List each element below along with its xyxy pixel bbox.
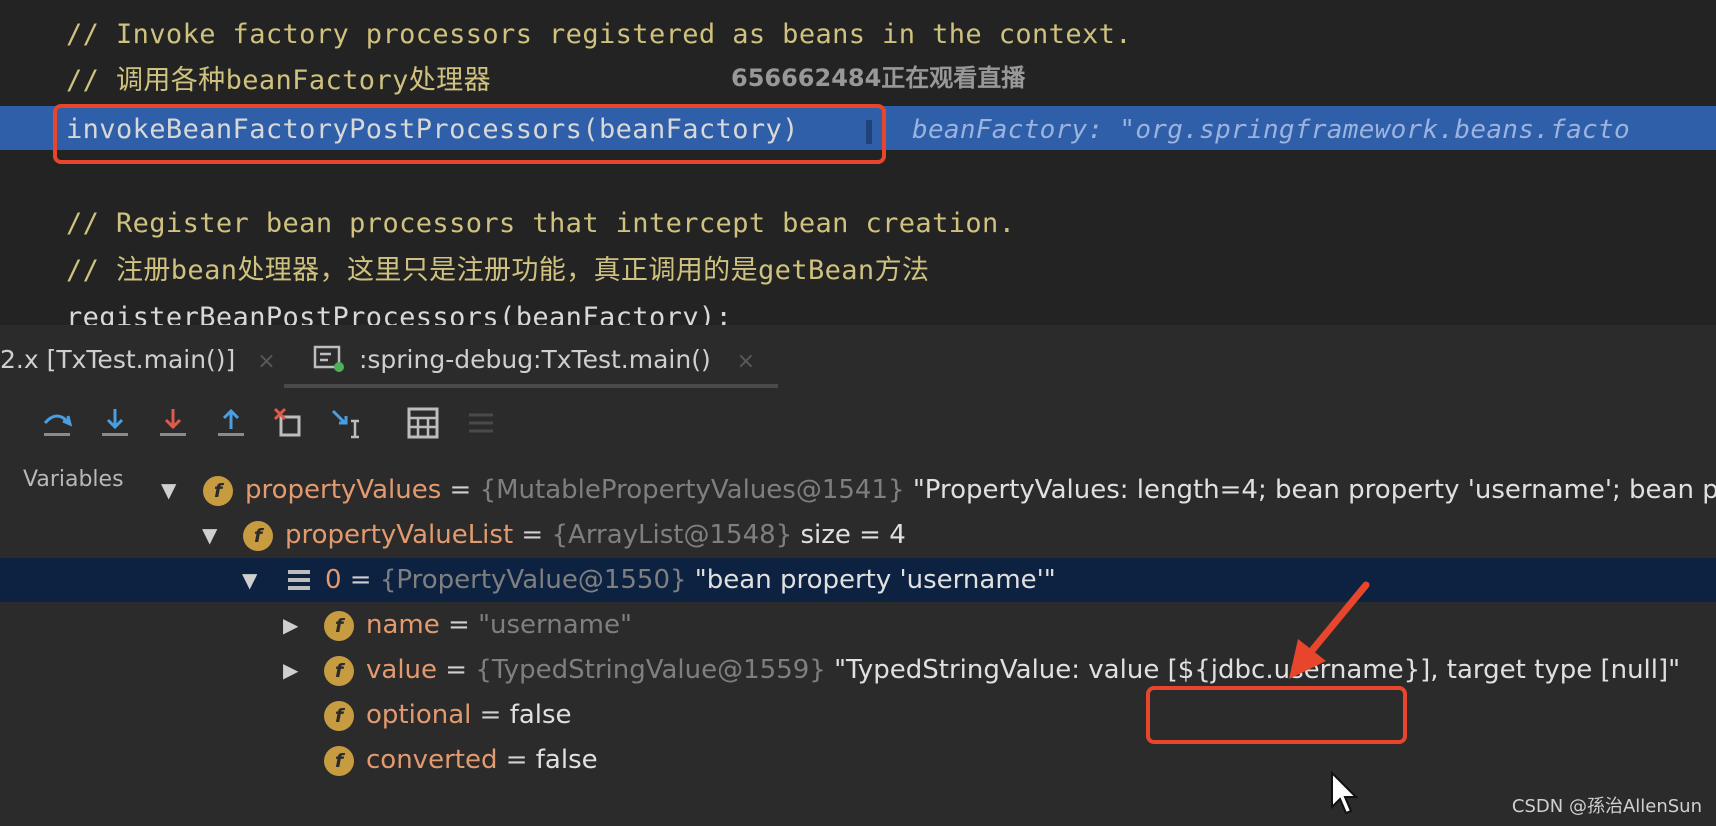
variable-row-optional[interactable]: f optional = false	[0, 693, 1716, 737]
active-tab-indicator	[284, 384, 778, 388]
collapsed-arrow-icon[interactable]: ▶	[283, 603, 298, 647]
step-over-icon[interactable]	[39, 405, 75, 441]
code-line-1[interactable]: // Invoke factory processors registered …	[66, 15, 1132, 55]
annotation-box-placeholder	[1146, 686, 1407, 744]
variable-row-value[interactable]: ▶ f value = {TypedStringValue@1559} "Typ…	[0, 648, 1716, 692]
field-icon: f	[324, 656, 354, 686]
tab-label: 2.x [TxTest.main()]	[0, 345, 236, 374]
code-line-6[interactable]: registerBeanPostProcessors(beanFactory);	[66, 298, 732, 325]
mouse-cursor-icon	[1331, 771, 1359, 815]
debug-panel: 2.x [TxTest.main()] × :spring-debug:TxTe…	[0, 325, 1716, 826]
collapsed-arrow-icon[interactable]: ▶	[283, 648, 298, 692]
tab-label: :spring-debug:TxTest.main()	[358, 345, 711, 374]
tab-current-session[interactable]: :spring-debug:TxTest.main() ×	[313, 340, 755, 380]
annotation-arrow-icon	[1289, 581, 1370, 679]
annotation-box-invoke	[53, 104, 886, 164]
expand-arrow-icon[interactable]: ▼	[161, 468, 176, 512]
tab-previous-session[interactable]: 2.x [TxTest.main()] ×	[0, 340, 276, 380]
watermark: CSDN @孫治AllenSun	[1511, 796, 1702, 817]
evaluate-expression-icon[interactable]	[405, 405, 441, 441]
expand-arrow-icon[interactable]: ▼	[202, 513, 217, 557]
inline-debug-hint: beanFactory: "org.springframework.beans.…	[912, 115, 1630, 145]
console-icon	[313, 345, 344, 372]
variable-row-propertyValueList[interactable]: ▼ f propertyValueList = {ArrayList@1548}…	[0, 513, 1716, 557]
step-out-icon[interactable]	[213, 405, 249, 441]
field-icon: f	[203, 476, 233, 506]
field-icon: f	[324, 611, 354, 641]
trace-icon[interactable]	[463, 405, 499, 441]
close-icon[interactable]: ×	[257, 349, 275, 374]
field-icon: f	[243, 521, 273, 551]
drop-frame-icon[interactable]	[271, 405, 307, 441]
field-icon: f	[324, 746, 354, 776]
list-element-icon	[288, 570, 310, 590]
code-editor[interactable]: // Invoke factory processors registered …	[0, 0, 1716, 325]
live-viewer-overlay: 656662484正在观看直播	[731, 64, 1026, 92]
field-icon: f	[324, 701, 354, 731]
variable-row-converted[interactable]: f converted = false	[0, 738, 1716, 782]
variable-row-index-0[interactable]: ▼ 0 = {PropertyValue@1550} "bean propert…	[0, 558, 1716, 602]
close-icon[interactable]: ×	[737, 349, 755, 374]
variable-row-propertyValues[interactable]: ▼ f propertyValues = {MutablePropertyVal…	[0, 468, 1716, 512]
force-step-into-icon[interactable]	[155, 405, 191, 441]
step-into-icon[interactable]	[97, 405, 133, 441]
run-to-cursor-icon[interactable]	[329, 405, 365, 441]
expand-arrow-icon[interactable]: ▼	[242, 558, 257, 602]
variable-row-name[interactable]: ▶ f name = "username"	[0, 603, 1716, 647]
code-line-5[interactable]: // 注册bean处理器，这里只是注册功能，真正调用的是getBean方法	[66, 251, 929, 291]
code-line-2[interactable]: // 调用各种beanFactory处理器	[66, 61, 491, 101]
code-line-4[interactable]: // Register bean processors that interce…	[66, 204, 1015, 244]
